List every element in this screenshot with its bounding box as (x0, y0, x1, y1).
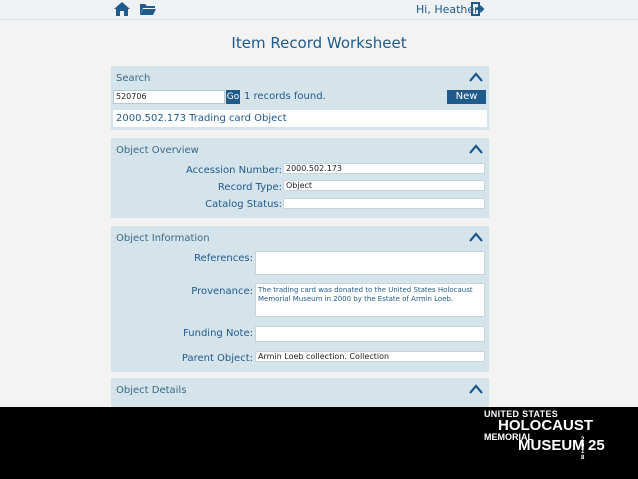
object-overview-heading: Object Overview (116, 145, 199, 156)
logo-anniversary: 25 (588, 437, 605, 454)
funding-note-field[interactable] (255, 326, 485, 342)
logo-year: 2018 (581, 437, 585, 461)
search-input[interactable]: 520706 (113, 90, 225, 104)
provenance-label: Provenance: (191, 286, 253, 297)
search-heading: Search (116, 73, 151, 84)
parent-object-label: Parent Object: (181, 353, 253, 364)
accession-number-field[interactable]: 2000.502.173 (283, 163, 485, 174)
logo-line-museum: MUSEUM (518, 437, 585, 454)
catalog-status-field[interactable] (283, 198, 485, 209)
references-field[interactable] (255, 251, 485, 275)
records-found-text: 1 records found. (244, 91, 326, 102)
home-icon[interactable] (113, 1, 131, 17)
footer-banner: UNITED STATES HOLOCAUST MEMORIAL MUSEUM … (0, 407, 638, 479)
catalog-status-label: Catalog Status: (205, 199, 282, 210)
parent-object-field[interactable]: Armin Loeb collection. Collection (255, 351, 485, 362)
references-label: References: (194, 253, 253, 264)
object-overview-panel: Object Overview Accession Number: 2000.5… (111, 138, 489, 218)
funding-note-label: Funding Note: (183, 328, 253, 339)
chevron-up-icon[interactable] (469, 72, 483, 82)
object-details-heading: Object Details (116, 385, 187, 396)
go-button[interactable]: Go (226, 90, 240, 104)
object-information-heading: Object Information (116, 233, 210, 244)
chevron-up-icon[interactable] (469, 232, 483, 242)
museum-logo: UNITED STATES HOLOCAUST MEMORIAL MUSEUM … (484, 409, 634, 475)
object-information-panel: Object Information References: Provenanc… (111, 226, 489, 372)
object-details-panel: Object Details (111, 378, 489, 410)
search-result-item[interactable]: 2000.502.173 Trading card Object (113, 110, 487, 127)
folder-icon[interactable] (139, 1, 157, 17)
accession-number-label: Accession Number: (185, 165, 282, 176)
chevron-up-icon[interactable] (469, 384, 483, 394)
provenance-field[interactable]: The trading card was donated to the Unit… (255, 283, 485, 317)
search-panel: Search 520706 Go 1 records found. New 20… (111, 66, 489, 130)
logout-icon[interactable] (471, 2, 485, 16)
record-type-label: Record Type: (217, 182, 282, 193)
record-type-field[interactable]: Object (283, 180, 485, 191)
chevron-up-icon[interactable] (469, 144, 483, 154)
user-greeting: Hi, Heather (416, 3, 479, 16)
new-button[interactable]: New (447, 90, 486, 104)
page-title: Item Record Worksheet (231, 34, 407, 52)
top-navigation-bar: Hi, Heather (0, 0, 638, 20)
